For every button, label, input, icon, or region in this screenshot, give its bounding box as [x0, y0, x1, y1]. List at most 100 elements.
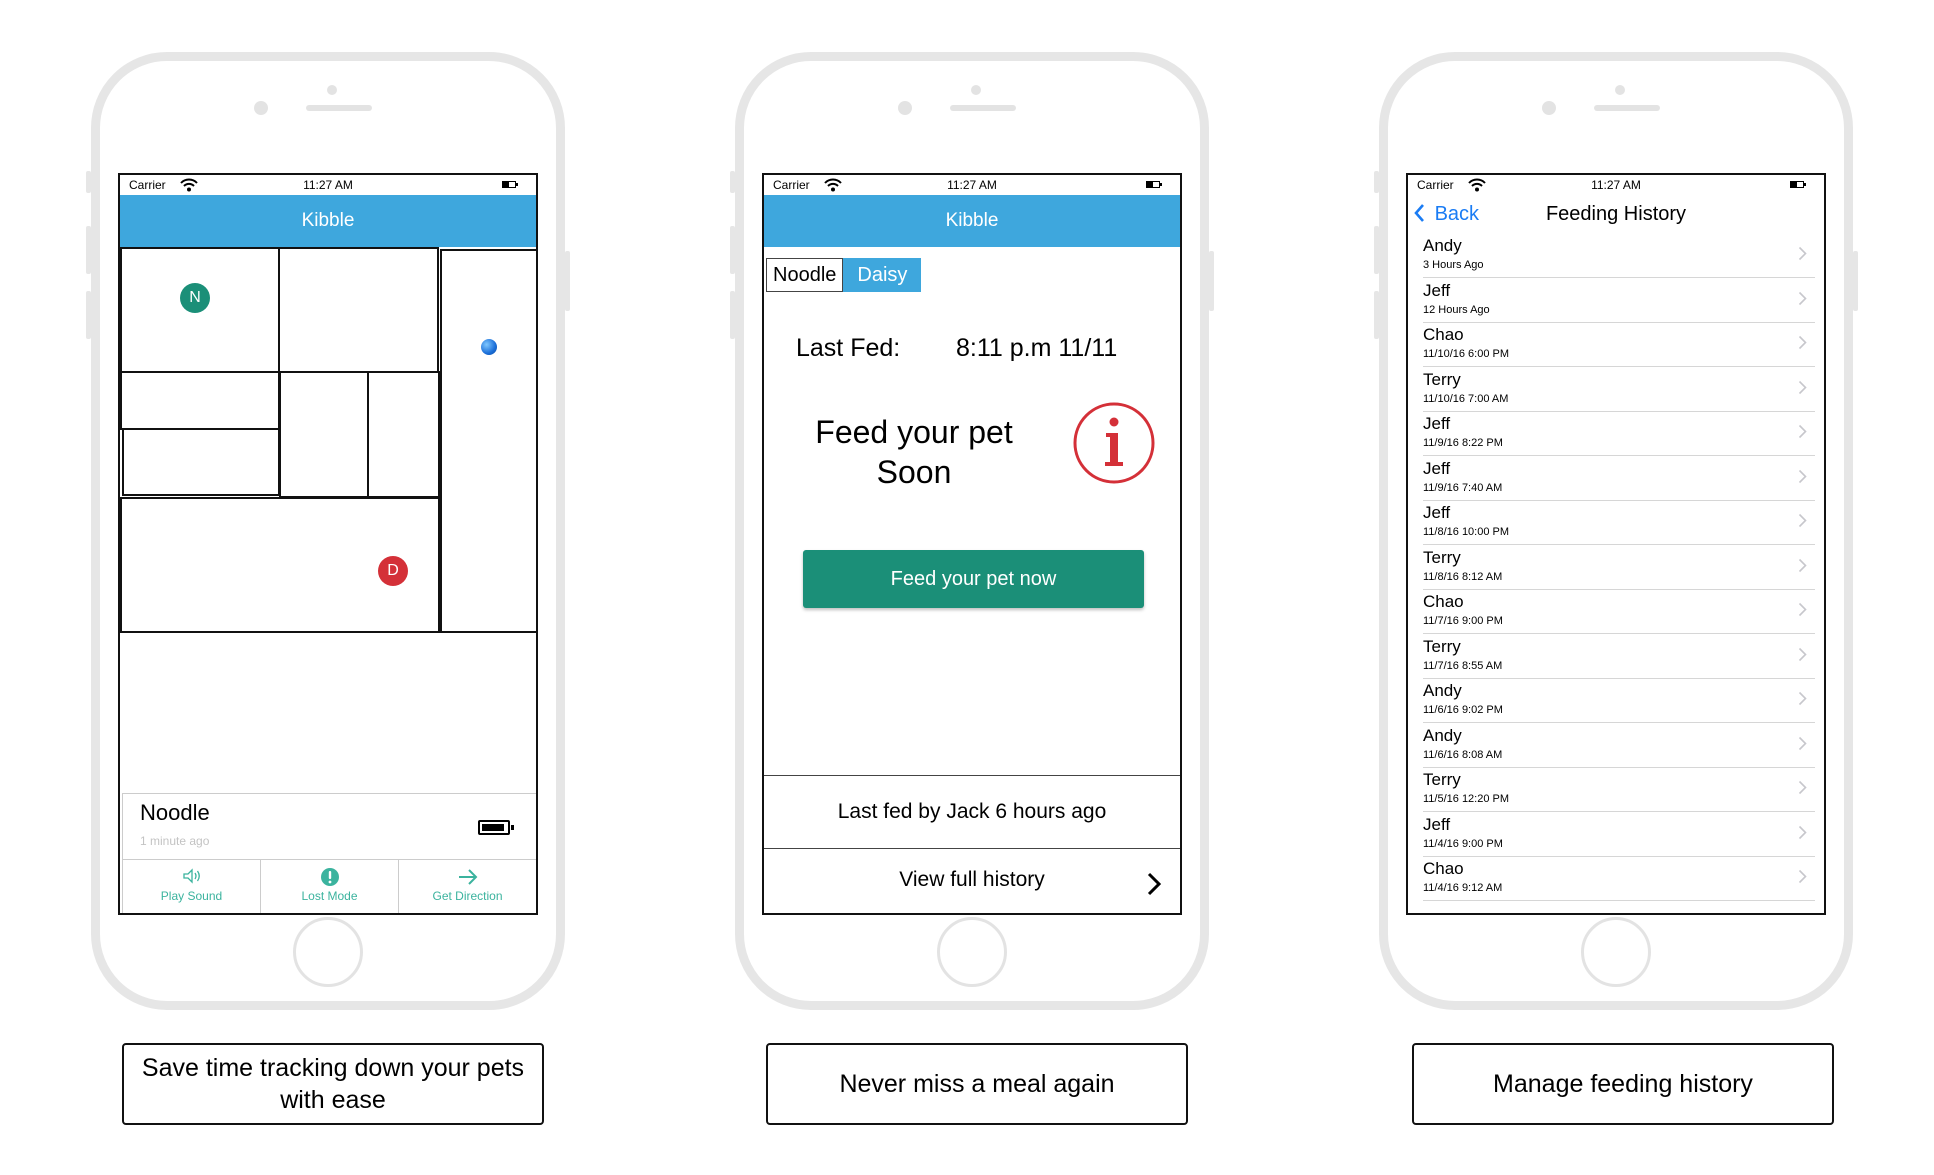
chevron-right-icon	[1798, 602, 1807, 617]
history-row-time: 11/9/16 8:22 PM	[1423, 437, 1503, 449]
history-row-name: Chao	[1423, 859, 1464, 878]
history-row-name: Jeff	[1423, 503, 1451, 522]
history-row-time: 12 Hours Ago	[1423, 303, 1490, 316]
lost-mode-label: Lost Mode	[301, 889, 358, 903]
volume-down-button	[1374, 291, 1379, 339]
history-row[interactable]: Chao 11/4/16 9:12 AM	[1423, 856, 1815, 901]
mute-switch	[86, 171, 91, 193]
history-row[interactable]: Terry 11/10/16 7:00 AM	[1423, 367, 1815, 412]
pet-marker-daisy[interactable]: D	[378, 556, 408, 586]
room	[122, 428, 280, 496]
history-row-name: Jeff	[1423, 414, 1451, 433]
history-row-name: Andy	[1423, 725, 1462, 745]
phone-frame-feeding: Carrier 11:27 AM Kibble Noodle Daisy Las…	[730, 52, 1214, 1010]
status-time: 11:27 AM	[1591, 178, 1641, 192]
home-button[interactable]	[937, 917, 1007, 987]
history-row[interactable]: Chao 11/10/16 6:00 PM	[1423, 322, 1815, 367]
history-row-name: Chao	[1423, 592, 1464, 611]
last-seen-text: 1 minute ago	[140, 834, 210, 848]
room	[279, 371, 369, 498]
history-row-name: Andy	[1423, 681, 1462, 700]
history-row[interactable]: Jeff 12 Hours Ago	[1423, 278, 1815, 323]
tracking-screen: Carrier 11:27 AM Kibble N D Noodle 1 min…	[118, 173, 538, 915]
pet-marker-noodle[interactable]: N	[180, 283, 210, 313]
history-row-name: Jeff	[1423, 280, 1451, 300]
caption-feeding: Never miss a meal again	[766, 1043, 1188, 1125]
history-row-time: 11/5/16 12:20 PM	[1423, 793, 1510, 805]
mute-switch	[730, 171, 735, 193]
chevron-right-icon	[1798, 380, 1807, 394]
earpiece-speaker	[950, 105, 1016, 111]
history-row-name: Chao	[1423, 325, 1464, 344]
history-row-name: Jeff	[1423, 814, 1451, 834]
history-row[interactable]: Jeff 11/4/16 9:00 PM	[1423, 812, 1815, 857]
home-button[interactable]	[293, 917, 363, 987]
history-row[interactable]: Terry 11/8/16 8:12 AM	[1423, 545, 1815, 590]
arrow-right-icon	[458, 869, 477, 885]
play-sound-button[interactable]: Play Sound	[122, 860, 261, 913]
history-row[interactable]: Chao 11/7/16 9:00 PM	[1423, 589, 1815, 634]
chevron-right-icon	[1798, 513, 1807, 528]
history-row-time: 3 Hours Ago	[1423, 259, 1484, 271]
history-row-time: 11/6/16 8:08 AM	[1423, 748, 1503, 761]
feed-now-label: Feed your pet now	[890, 568, 1057, 590]
history-row[interactable]: Jeff 11/9/16 7:40 AM	[1423, 456, 1815, 501]
last-fed-by-text: Last fed by Jack 6 hours ago	[837, 800, 1107, 823]
caption-feeding-text: Never miss a meal again	[839, 1070, 1115, 1098]
chevron-right-icon	[1798, 736, 1807, 750]
chevron-right-icon	[1798, 780, 1807, 795]
history-row[interactable]: Jeff 11/9/16 8:22 PM	[1423, 411, 1815, 456]
chevron-right-icon	[1798, 691, 1807, 706]
caption-history-text: Manage feeding history	[1493, 1070, 1753, 1098]
status-bar: Carrier 11:27 AM	[120, 175, 536, 195]
history-row-name: Jeff	[1423, 458, 1451, 478]
volume-down-button	[86, 291, 91, 339]
mute-switch	[1374, 171, 1379, 193]
chevron-right-icon	[1798, 335, 1807, 350]
history-row-time: 11/8/16 10:00 PM	[1423, 526, 1510, 538]
battery-icon	[502, 181, 518, 188]
feed-now-button[interactable]: Feed your pet now	[803, 550, 1144, 608]
history-row-name: Terry	[1423, 636, 1461, 656]
pet-name: Noodle	[140, 800, 210, 825]
history-row-name: Terry	[1423, 547, 1461, 567]
volume-up-button	[1374, 226, 1379, 274]
chevron-right-icon	[1798, 869, 1807, 884]
history-row[interactable]: Terry 11/7/16 8:55 AM	[1423, 634, 1815, 679]
earpiece-speaker	[306, 105, 372, 111]
tab-noodle[interactable]: Noodle	[766, 258, 844, 292]
chevron-right-icon	[1798, 469, 1807, 483]
history-row-time: 11/10/16 7:00 AM	[1423, 392, 1509, 405]
get-direction-button[interactable]: Get Direction	[399, 860, 536, 913]
chevron-right-icon	[1798, 647, 1807, 661]
status-time: 11:27 AM	[947, 178, 997, 192]
history-row[interactable]: Terry 11/5/16 12:20 PM	[1423, 767, 1815, 812]
power-button	[1209, 251, 1214, 311]
history-row-name: Terry	[1423, 770, 1461, 789]
get-direction-label: Get Direction	[432, 889, 503, 903]
front-camera	[971, 85, 981, 95]
pet-info-card[interactable]: Noodle 1 minute ago	[122, 793, 536, 860]
nav-bar: Kibble	[764, 195, 1180, 247]
phone-frame-history: Carrier 11:27 AM Back Feeding History An…	[1374, 52, 1858, 1010]
floor-plan-map[interactable]: N D	[120, 247, 536, 787]
lost-mode-button[interactable]: Lost Mode	[261, 860, 399, 913]
play-sound-label: Play Sound	[160, 889, 223, 903]
history-row[interactable]: Andy 11/6/16 8:08 AM	[1423, 723, 1815, 768]
last-fed-label: Last Fed:	[796, 334, 901, 362]
volume-down-button	[730, 291, 735, 339]
tab-daisy[interactable]: Daisy	[843, 258, 922, 292]
history-list: Andy 3 Hours Ago Jeff 12 Hours Ago Chao 11/10…	[1408, 233, 1824, 913]
app-title: Kibble	[301, 210, 355, 231]
history-row-time: 11/10/16 6:00 PM	[1423, 348, 1510, 360]
room	[120, 371, 280, 430]
view-history-row[interactable]: View full history	[764, 848, 1180, 913]
history-row[interactable]: Andy 3 Hours Ago	[1423, 233, 1815, 278]
feeding-screen: Carrier 11:27 AM Kibble Noodle Daisy Las…	[762, 173, 1182, 915]
history-row[interactable]: Andy 11/6/16 9:02 PM	[1423, 678, 1815, 723]
history-row[interactable]: Jeff 11/8/16 10:00 PM	[1423, 500, 1815, 545]
home-button[interactable]	[1581, 917, 1651, 987]
speaker-icon	[182, 868, 200, 884]
feed-alert-text: Feed your pet Soon	[804, 412, 1024, 492]
chevron-right-icon	[1798, 825, 1807, 839]
